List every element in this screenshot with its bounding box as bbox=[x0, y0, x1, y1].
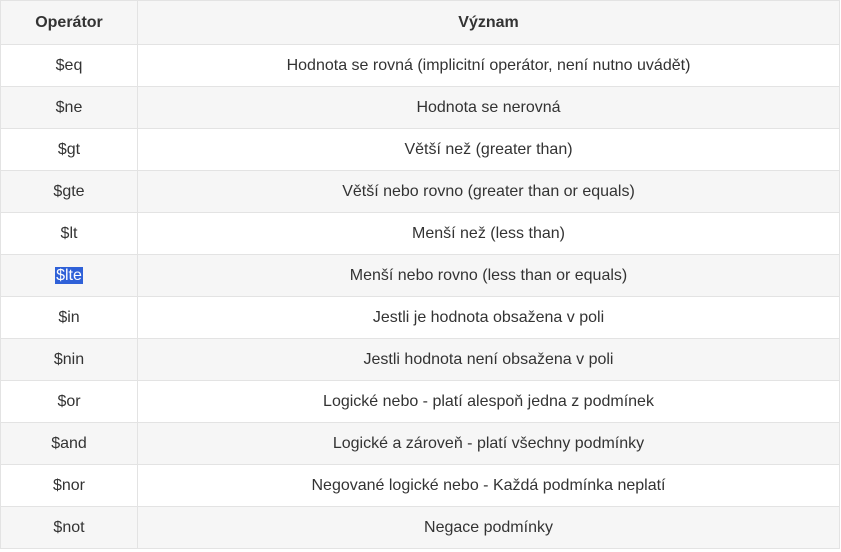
operator-cell: $not bbox=[0, 506, 138, 549]
operator-text: $and bbox=[51, 434, 87, 452]
table-header: Operátor Význam bbox=[0, 0, 840, 45]
operator-cell: $eq bbox=[0, 44, 138, 87]
operator-cell: $nor bbox=[0, 464, 138, 507]
meaning-cell: Větší než (greater than) bbox=[137, 128, 840, 171]
operator-cell: $gte bbox=[0, 170, 138, 213]
operator-text: $gt bbox=[57, 140, 81, 158]
header-meaning: Význam bbox=[137, 0, 840, 45]
table-row: $nin Jestli hodnota není obsažena v poli bbox=[0, 338, 840, 381]
table-row: $lt Menší než (less than) bbox=[0, 212, 840, 255]
operator-cell: $gt bbox=[0, 128, 138, 171]
operator-text: $ne bbox=[55, 98, 83, 116]
operator-cell: $nin bbox=[0, 338, 138, 381]
meaning-cell: Logické nebo - platí alespoň jedna z pod… bbox=[137, 380, 840, 423]
meaning-cell: Jestli hodnota není obsažena v poli bbox=[137, 338, 840, 381]
table-row: $ne Hodnota se nerovná bbox=[0, 86, 840, 129]
operator-text: $lt bbox=[60, 224, 78, 242]
table-row: $gt Větší než (greater than) bbox=[0, 128, 840, 171]
table-row: $or Logické nebo - platí alespoň jedna z … bbox=[0, 380, 840, 423]
operator-cell: $or bbox=[0, 380, 138, 423]
operator-text: $or bbox=[57, 392, 81, 410]
operators-table-container: Operátor Význam $eq Hodnota se rovná (imp… bbox=[0, 0, 840, 550]
operator-text: $nor bbox=[52, 476, 86, 494]
operator-text: $gte bbox=[53, 182, 85, 200]
operators-table: Operátor Význam $eq Hodnota se rovná (imp… bbox=[0, 0, 840, 549]
operator-cell: $ne bbox=[0, 86, 138, 129]
meaning-cell: Hodnota se nerovná bbox=[137, 86, 840, 129]
meaning-cell: Menší než (less than) bbox=[137, 212, 840, 255]
operator-text: $not bbox=[53, 518, 85, 536]
operator-cell: $lte bbox=[0, 254, 138, 297]
operator-cell: $and bbox=[0, 422, 138, 465]
operator-cell: $in bbox=[0, 296, 138, 339]
operator-text-selected: $lte bbox=[55, 266, 83, 284]
meaning-cell: Hodnota se rovná (implicitní operátor, n… bbox=[137, 44, 840, 87]
header-operator: Operátor bbox=[0, 0, 138, 45]
meaning-cell: Negace podmínky bbox=[137, 506, 840, 549]
table-body: $eq Hodnota se rovná (implicitní operátor… bbox=[0, 44, 840, 549]
operator-text: $in bbox=[58, 308, 80, 326]
operator-text: $nin bbox=[53, 350, 85, 368]
operator-text: $eq bbox=[55, 56, 83, 74]
table-row: $eq Hodnota se rovná (implicitní operátor… bbox=[0, 44, 840, 87]
table-row: $lte Menší nebo rovno (less than or equal… bbox=[0, 254, 840, 297]
table-row: $not Negace podmínky bbox=[0, 506, 840, 549]
meaning-cell: Logické a zároveň - platí všechny podmín… bbox=[137, 422, 840, 465]
meaning-cell: Negované logické nebo - Každá podmínka n… bbox=[137, 464, 840, 507]
meaning-cell: Menší nebo rovno (less than or equals) bbox=[137, 254, 840, 297]
meaning-cell: Větší nebo rovno (greater than or equals… bbox=[137, 170, 840, 213]
table-row: $gte Větší nebo rovno (greater than or eq… bbox=[0, 170, 840, 213]
meaning-cell: Jestli je hodnota obsažena v poli bbox=[137, 296, 840, 339]
table-row: $and Logické a zároveň - platí všechny po… bbox=[0, 422, 840, 465]
operator-cell: $lt bbox=[0, 212, 138, 255]
table-row: $in Jestli je hodnota obsažena v poli bbox=[0, 296, 840, 339]
table-row: $nor Negované logické nebo - Každá podmín… bbox=[0, 464, 840, 507]
header-row: Operátor Význam bbox=[0, 0, 840, 45]
